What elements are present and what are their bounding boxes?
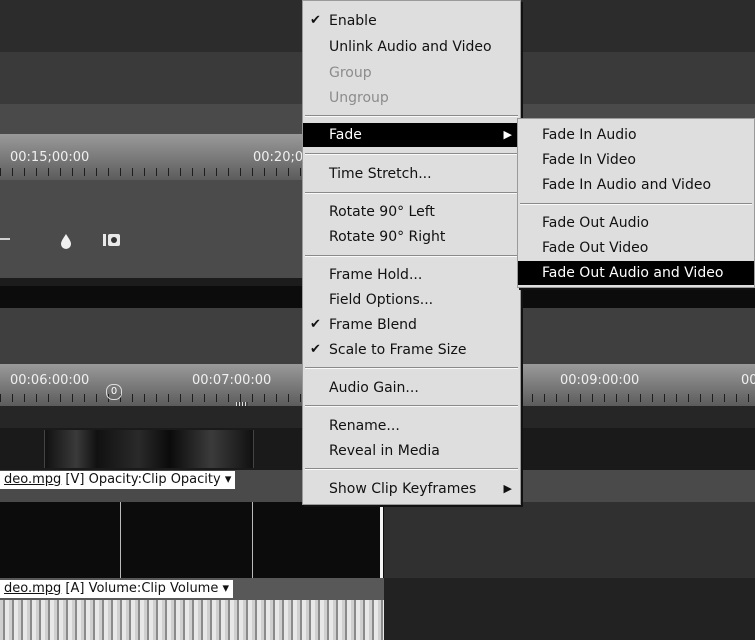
- menu-item-fade-out-audio[interactable]: Fade Out Audio: [518, 211, 754, 235]
- audio-track-rest: [A] Volume:Clip Volume ▾: [61, 581, 230, 596]
- drop-icon[interactable]: [58, 233, 74, 253]
- ruler-ticks: [520, 394, 755, 402]
- menu-item-label: Fade Out Audio: [542, 215, 649, 231]
- menu-item-audio-gain[interactable]: Audio Gain...: [303, 376, 520, 400]
- menu-item-label: Rename...: [329, 418, 400, 434]
- menu-item-fade-in-video[interactable]: Fade In Video: [518, 148, 754, 172]
- audio-track-label[interactable]: deo.mpg [A] Volume:Clip Volume ▾: [0, 580, 234, 598]
- empty-track: [384, 502, 755, 578]
- audio-file-name: deo.mpg: [4, 581, 62, 596]
- keyframe-line: [120, 502, 121, 578]
- menu-separator: [305, 115, 518, 117]
- menu-item-enable[interactable]: ✔ Enable: [303, 9, 520, 33]
- menu-item-label: Scale to Frame Size: [329, 342, 467, 358]
- menu-item-label: Fade Out Video: [542, 240, 649, 256]
- ruler-ticks: [0, 394, 305, 402]
- menu-item-label: Frame Blend: [329, 317, 417, 333]
- video-track-rest: [V] Opacity:Clip Opacity ▾: [61, 472, 232, 487]
- menu-item-label: Fade: [329, 127, 362, 143]
- menu-item-frame-hold[interactable]: Frame Hold...: [303, 263, 520, 287]
- audio-waveform[interactable]: [0, 600, 384, 640]
- menu-item-group: Group: [303, 61, 520, 85]
- ruler-timecode: 00:15;00:00: [10, 150, 90, 165]
- menu-item-field-options[interactable]: Field Options...: [303, 288, 520, 312]
- menu-item-show-clip-keyframes[interactable]: Show Clip Keyframes ▶: [303, 477, 520, 501]
- menu-item-fade[interactable]: Fade ▶: [303, 123, 520, 147]
- ruler-timecode: 00:06:00:00: [10, 373, 90, 388]
- menu-item-label: Audio Gain...: [329, 380, 419, 396]
- submenu-arrow-icon: ▶: [503, 482, 512, 495]
- menu-item-rotate-left[interactable]: Rotate 90° Left: [303, 200, 520, 224]
- menu-item-fade-out-audio-video[interactable]: Fade Out Audio and Video: [518, 261, 754, 285]
- menu-item-label: Field Options...: [329, 292, 434, 308]
- menu-item-label: Frame Hold...: [329, 267, 423, 283]
- empty-audio-track: [384, 578, 755, 640]
- clip-context-menu: ✔ Enable Unlink Audio and Video Group Ung…: [302, 0, 521, 505]
- menu-separator: [305, 192, 518, 194]
- submenu-arrow-icon: ▶: [503, 128, 512, 141]
- keyframe-line: [252, 502, 253, 578]
- menu-item-reveal-in-media[interactable]: Reveal in Media: [303, 439, 520, 463]
- menu-item-label: Unlink Audio and Video: [329, 39, 492, 55]
- check-icon: ✔: [310, 342, 321, 357]
- menu-separator: [520, 203, 752, 205]
- ruler-ticks: [0, 168, 305, 176]
- menu-item-label: Group: [329, 65, 372, 81]
- jog-indicator: [0, 238, 10, 240]
- menu-item-label: Rotate 90° Left: [329, 204, 435, 220]
- check-icon: ✔: [310, 317, 321, 332]
- camera-icon[interactable]: [102, 232, 122, 252]
- ruler-timecode: 00:09:00:00: [560, 373, 640, 388]
- menu-item-unlink[interactable]: Unlink Audio and Video: [303, 35, 520, 59]
- menu-item-label: Reveal in Media: [329, 443, 440, 459]
- menu-item-fade-in-audio[interactable]: Fade In Audio: [518, 123, 754, 147]
- menu-separator: [305, 405, 518, 407]
- ruler-timecode: 00:20;0: [253, 150, 304, 165]
- playhead-marker[interactable]: 0: [106, 384, 122, 400]
- video-clip-thumbnail[interactable]: [44, 430, 254, 468]
- menu-item-label: Ungroup: [329, 90, 389, 106]
- menu-separator: [305, 367, 518, 369]
- menu-item-label: Fade Out Audio and Video: [542, 265, 724, 281]
- clip-edge: [380, 502, 383, 578]
- menu-item-label: Rotate 90° Right: [329, 229, 446, 245]
- menu-item-rename[interactable]: Rename...: [303, 414, 520, 438]
- menu-separator: [305, 255, 518, 257]
- menu-item-scale-to-frame[interactable]: ✔ Scale to Frame Size: [303, 338, 520, 362]
- ruler-timecode: 00: [741, 373, 755, 388]
- ruler-timecode: 00:07:00:00: [192, 373, 272, 388]
- video-track-label[interactable]: deo.mpg [V] Opacity:Clip Opacity ▾: [0, 471, 236, 489]
- menu-item-label: Show Clip Keyframes: [329, 481, 477, 497]
- menu-separator: [305, 468, 518, 470]
- fade-submenu: Fade In Audio Fade In Video Fade In Audi…: [517, 118, 755, 288]
- menu-item-frame-blend[interactable]: ✔ Frame Blend: [303, 313, 520, 337]
- menu-item-time-stretch[interactable]: Time Stretch...: [303, 162, 520, 186]
- menu-item-fade-out-video[interactable]: Fade Out Video: [518, 236, 754, 260]
- menu-separator: [305, 153, 518, 155]
- menu-item-ungroup: Ungroup: [303, 86, 520, 110]
- menu-item-label: Time Stretch...: [329, 166, 432, 182]
- menu-item-label: Enable: [329, 13, 377, 29]
- check-icon: ✔: [310, 13, 321, 28]
- menu-item-label: Fade In Audio and Video: [542, 177, 712, 193]
- menu-item-label: Fade In Audio: [542, 127, 637, 143]
- menu-item-label: Fade In Video: [542, 152, 636, 168]
- menu-item-rotate-right[interactable]: Rotate 90° Right: [303, 225, 520, 249]
- menu-item-fade-in-audio-video[interactable]: Fade In Audio and Video: [518, 173, 754, 197]
- video-file-name: deo.mpg: [4, 472, 62, 487]
- video-clip[interactable]: [0, 502, 384, 578]
